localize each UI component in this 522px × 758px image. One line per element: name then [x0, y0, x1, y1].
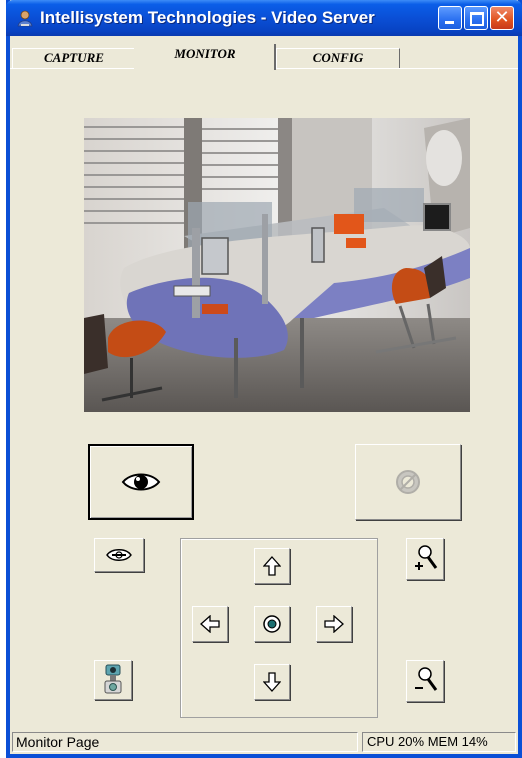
maximize-button[interactable]: [464, 6, 488, 30]
ptz-right-button[interactable]: [316, 606, 352, 642]
close-button[interactable]: ✕: [490, 6, 514, 30]
tab-capture[interactable]: CAPTURE: [12, 48, 136, 68]
down-arrow-icon: [263, 672, 281, 692]
ptz-center-button[interactable]: [254, 606, 290, 642]
zoom-out-button[interactable]: [406, 660, 444, 702]
hide-icon: [106, 549, 132, 561]
center-icon: [263, 615, 281, 633]
up-arrow-icon: [263, 556, 281, 576]
camera-button[interactable]: [94, 660, 132, 700]
zoom-in-button[interactable]: [406, 538, 444, 580]
status-page-label: Monitor Page: [12, 732, 358, 752]
tab-config[interactable]: CONFIG: [276, 48, 400, 68]
status-bar: Monitor Page CPU 20% MEM 14%: [10, 730, 518, 754]
zoom-in-icon: [415, 545, 438, 570]
disabled-eye-icon: [396, 470, 420, 494]
stop-view-button[interactable]: [355, 444, 461, 520]
status-resource-usage: CPU 20% MEM 14%: [362, 732, 516, 752]
right-arrow-icon: [324, 615, 344, 633]
tab-strip: CAPTURE MONITOR CONFIG: [10, 36, 518, 70]
app-icon: [17, 10, 33, 27]
title-bar[interactable]: Intellisystem Technologies - Video Serve…: [6, 0, 522, 36]
hide-view-button[interactable]: [94, 538, 144, 572]
ptz-down-button[interactable]: [254, 664, 290, 700]
left-arrow-icon: [200, 615, 220, 633]
close-icon: ✕: [494, 7, 510, 28]
zoom-out-icon: [415, 667, 438, 691]
app-window: Intellisystem Technologies - Video Serve…: [6, 0, 522, 758]
video-feed: [84, 118, 470, 412]
ptz-left-button[interactable]: [192, 606, 228, 642]
tab-monitor[interactable]: MONITOR: [134, 44, 276, 70]
ptz-up-button[interactable]: [254, 548, 290, 584]
minimize-button[interactable]: [438, 6, 462, 30]
camera-icon: [104, 664, 122, 694]
start-view-button[interactable]: [88, 444, 194, 520]
window-title: Intellisystem Technologies - Video Serve…: [40, 8, 375, 27]
eye-icon: [121, 473, 161, 491]
